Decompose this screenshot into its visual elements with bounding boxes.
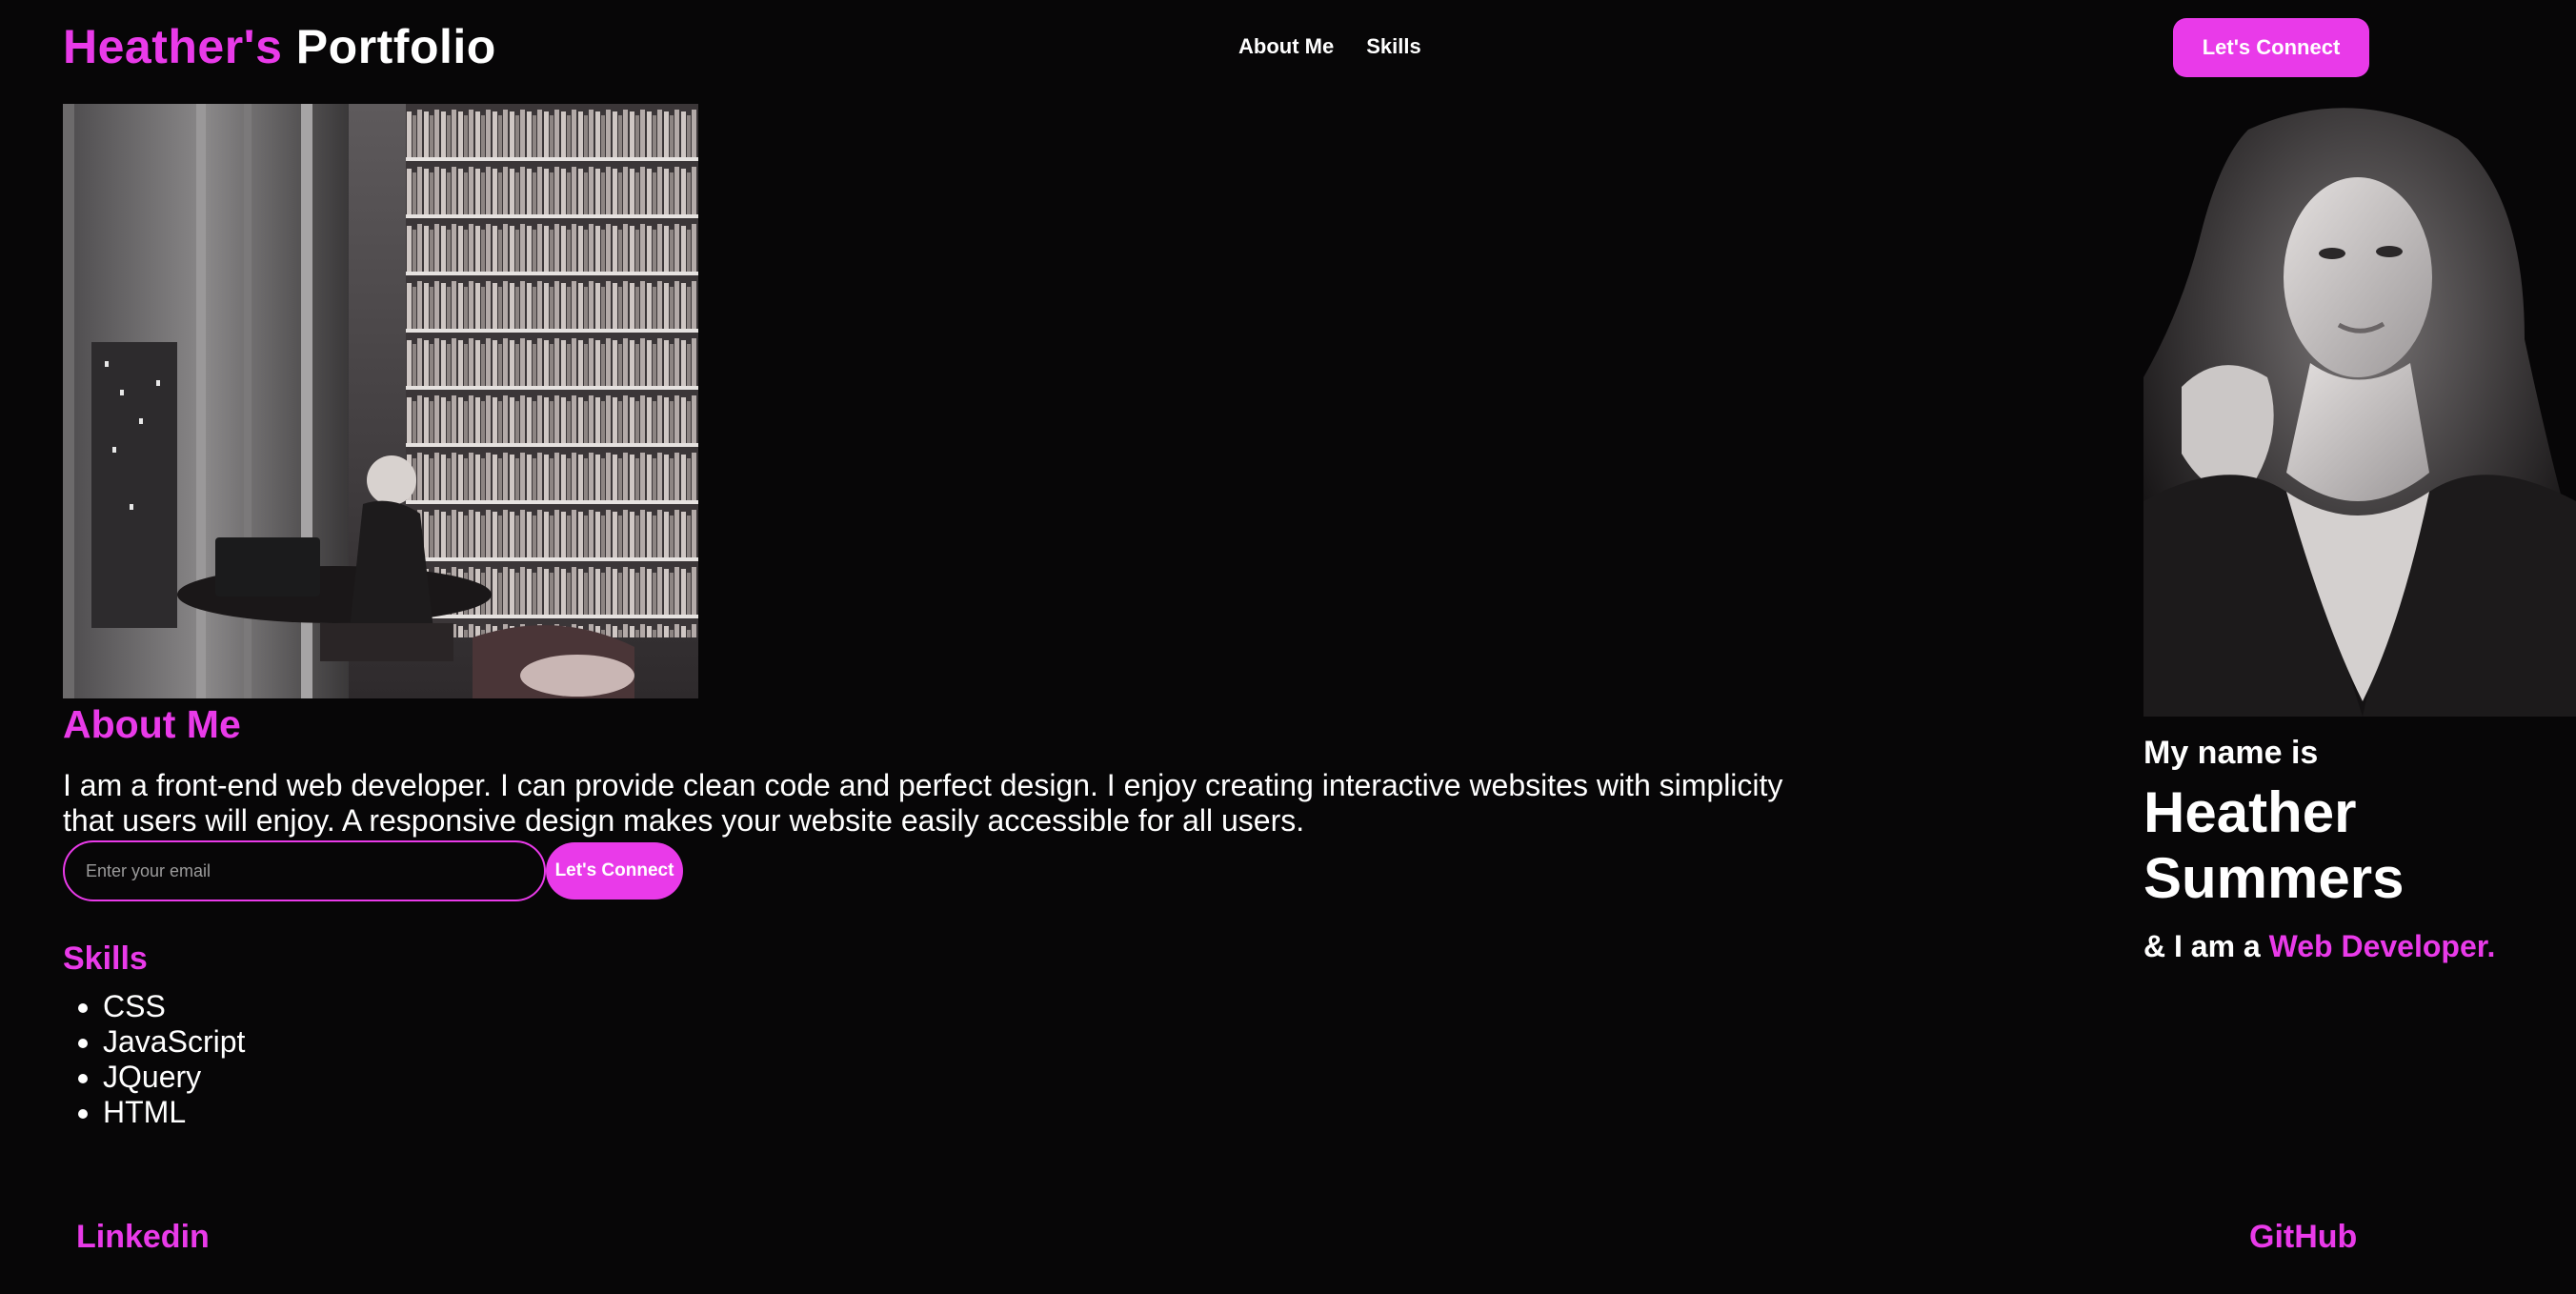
intro-greeting: My name is bbox=[2143, 735, 2319, 771]
intro-name: Heather Summers bbox=[2143, 780, 2405, 910]
brand-rest-text: Portfolio bbox=[295, 20, 496, 73]
skill-item: JavaScript bbox=[103, 1024, 245, 1060]
main-nav: About Me Skills bbox=[1238, 32, 1421, 61]
profile-portrait bbox=[2143, 91, 2576, 717]
intro-role: & I am a Web Developer. bbox=[2143, 928, 2495, 964]
about-text: I am a front-end web developer. I can pr… bbox=[63, 768, 1783, 838]
about-heading: About Me bbox=[63, 702, 241, 746]
skill-item: HTML bbox=[103, 1095, 245, 1130]
intro-role-prefix: & I am a bbox=[2143, 929, 2261, 963]
nav-skills[interactable]: Skills bbox=[1366, 32, 1420, 61]
email-connect-button[interactable]: Let's Connect bbox=[546, 842, 683, 900]
skills-list: CSS JavaScript JQuery HTML bbox=[63, 989, 245, 1130]
intro-role-accent: Web Developer. bbox=[2268, 929, 2496, 963]
footer-github-link[interactable]: GitHub bbox=[2249, 1218, 2357, 1256]
email-input[interactable] bbox=[63, 840, 546, 901]
library-workspace-photo bbox=[63, 104, 698, 698]
site-brand[interactable]: Heather's Portfolio bbox=[63, 17, 496, 76]
skill-item: JQuery bbox=[103, 1060, 245, 1095]
nav-about-me[interactable]: About Me bbox=[1238, 32, 1334, 61]
header-connect-button[interactable]: Let's Connect bbox=[2173, 18, 2369, 77]
footer-linkedin-link[interactable]: Linkedin bbox=[76, 1218, 210, 1256]
skill-item: CSS bbox=[103, 989, 245, 1024]
email-signup-form: Let's Connect bbox=[63, 840, 683, 901]
portfolio-page: Heather's Portfolio About Me Skills Let'… bbox=[0, 0, 2576, 1294]
brand-accent-text: Heather's bbox=[63, 20, 283, 73]
skills-heading: Skills bbox=[63, 940, 148, 977]
